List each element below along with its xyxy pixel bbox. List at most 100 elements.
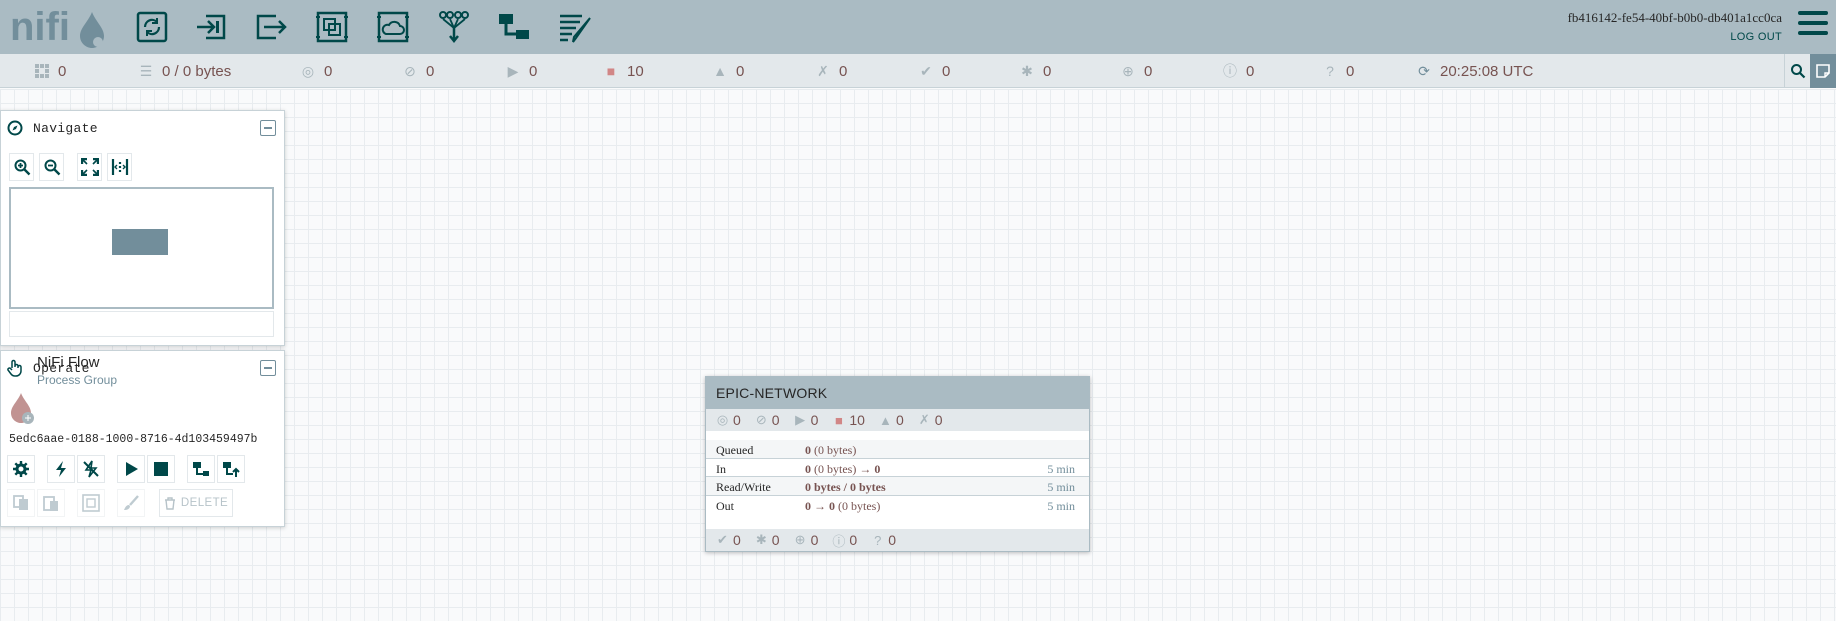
upload-circle-icon: ⊕ (794, 532, 806, 547)
pg-not-transmitting: ⊘ 0 (755, 412, 780, 428)
pg-invalid-value: 0 (895, 412, 904, 428)
upload-circle-icon: ⊕ (1122, 62, 1134, 79)
pg-row-time: 5 min (1047, 461, 1075, 476)
navigate-palette: Navigate (0, 110, 285, 346)
last-refreshed-value: 20:25:08 UTC (1440, 62, 1534, 80)
pg-row-value: 0 (0 bytes) → 0 (805, 461, 881, 476)
paste-button[interactable] (37, 489, 65, 517)
zoom-out-button[interactable] (39, 153, 64, 181)
pg-row-label: In (716, 461, 726, 476)
processor-icon (136, 11, 168, 43)
process-group-tool-button[interactable] (312, 7, 352, 47)
change-color-button[interactable] (117, 489, 145, 517)
asterisk-icon: ✱ (1021, 62, 1033, 79)
list-icon: ☰ (139, 62, 153, 79)
asterisk-icon: ✱ (755, 532, 767, 547)
funnel-tool-button[interactable] (434, 7, 474, 47)
pg-stale: ⊕ 0 (794, 532, 819, 548)
process-group-name: EPIC-NETWORK (716, 385, 828, 401)
template-tool-button[interactable] (494, 7, 534, 47)
birdseye-viewport-rect[interactable] (112, 229, 168, 255)
exclamation-circle-icon: ⓘ (1223, 63, 1237, 79)
trash-icon (164, 496, 175, 510)
pg-up-to-date: ✔ 0 (716, 532, 741, 548)
check-icon: ✔ (717, 532, 728, 547)
group-button[interactable] (77, 489, 105, 517)
pg-stale-value: 0 (810, 532, 819, 548)
threads-icon (34, 63, 50, 79)
process-group-drop-icon (11, 393, 34, 424)
lightning-icon (56, 461, 66, 477)
pg-not-transmitting-value: 0 (771, 412, 780, 428)
pg-locally-modified: ✱ 0 (755, 532, 780, 548)
errors-stat: ? 0 (1322, 54, 1354, 88)
stop-icon: ■ (606, 63, 616, 79)
process-group-epic-network[interactable]: EPIC-NETWORK ◎ 0 ⊘ 0 ▶ 0 ■ 10 ▲ 0 ✗ 0 Queued 0… (705, 376, 1090, 552)
stale-value: 0 (1144, 62, 1153, 80)
queued-value: 0 / 0 bytes (162, 62, 232, 80)
upload-template-button[interactable] (217, 455, 245, 483)
pg-locally-modified-value: 0 (771, 532, 780, 548)
exclamation-circle-icon: ⓘ (832, 533, 846, 549)
group-icon (82, 494, 100, 512)
operate-collapse-button[interactable] (260, 360, 276, 376)
create-template-button[interactable] (187, 455, 215, 483)
output-port-icon (256, 14, 287, 40)
stop-button[interactable] (147, 455, 175, 483)
zoom-in-button[interactable] (9, 153, 34, 181)
upload-template-icon (223, 462, 240, 477)
pg-row-value: 0 → 0 (0 bytes) (805, 498, 881, 513)
disable-icon (83, 460, 99, 478)
delete-button[interactable]: DELETE (159, 489, 233, 517)
disable-button[interactable] (77, 455, 105, 483)
pg-disabled-value: 0 (934, 412, 943, 428)
not-transmitting-value: 0 (426, 62, 435, 80)
stopped-value: 10 (627, 62, 644, 80)
process-group-header[interactable]: EPIC-NETWORK (706, 377, 1089, 409)
pg-row-time: 5 min (1047, 480, 1075, 494)
paintbrush-icon (124, 495, 139, 510)
search-button[interactable] (1784, 54, 1810, 88)
operate-palette: Operate NiFi Flow Process Group 5edc6aae… (0, 350, 285, 527)
fit-to-screen-button[interactable] (77, 153, 102, 181)
output-port-tool-button[interactable] (251, 7, 291, 47)
pg-row-in: In 0 (0 bytes) → 0 5 min (706, 459, 1089, 477)
app-header: nifi fb416142-fe54-40bf-b0b0-db401a1cc0c… (0, 0, 1836, 54)
running-value: 0 (529, 62, 538, 80)
errors-value: 0 (1346, 62, 1355, 80)
processor-tool-button[interactable] (132, 7, 172, 47)
locally-modified-value: 0 (1043, 62, 1052, 80)
operate-component-id: 5edc6aae-0188-1000-8716-4d103459497b (9, 433, 258, 446)
remote-process-group-tool-button[interactable] (373, 7, 413, 47)
start-button[interactable] (117, 455, 145, 483)
last-refreshed-stat[interactable]: ⟳ 20:25:08 UTC (1416, 54, 1533, 88)
navigate-header[interactable]: Navigate (1, 111, 284, 145)
disabled-stat: ✗ 0 (815, 54, 847, 88)
copy-icon (13, 495, 28, 510)
pg-sync-failure-value: 0 (849, 532, 858, 548)
navigate-collapse-button[interactable] (260, 120, 276, 136)
actual-size-button[interactable] (107, 153, 132, 181)
global-menu-button[interactable] (1798, 11, 1828, 41)
configure-button[interactable] (7, 455, 35, 483)
birdseye-view[interactable] (9, 187, 274, 309)
process-group-version-counts: ✔ 0 ✱ 0 ⊕ 0 ⓘ 0 ? 0 (706, 529, 1089, 551)
bulletin-board-button[interactable] (1810, 54, 1836, 88)
invalid-stat: ▲ 0 (712, 54, 744, 88)
label-tool-button[interactable] (555, 7, 595, 47)
zoom-out-icon (44, 159, 60, 176)
logout-link[interactable]: LOG OUT (1730, 31, 1782, 43)
pg-row-label: Queued (716, 443, 754, 457)
locally-modified-stat: ✱ 0 (1019, 54, 1051, 88)
copy-button[interactable] (7, 489, 35, 517)
pg-invalid: ▲ 0 (879, 412, 904, 428)
input-port-tool-button[interactable] (191, 7, 231, 47)
refresh-icon[interactable]: ⟳ (1416, 63, 1432, 79)
transmitting-icon: ◎ (716, 412, 729, 427)
process-group-icon (316, 11, 348, 43)
enable-button[interactable] (47, 455, 75, 483)
warning-icon: ▲ (879, 412, 892, 428)
pg-row-label: Out (716, 498, 734, 513)
funnel-icon (439, 11, 469, 44)
pg-sync-failure: ⓘ 0 (832, 531, 857, 550)
